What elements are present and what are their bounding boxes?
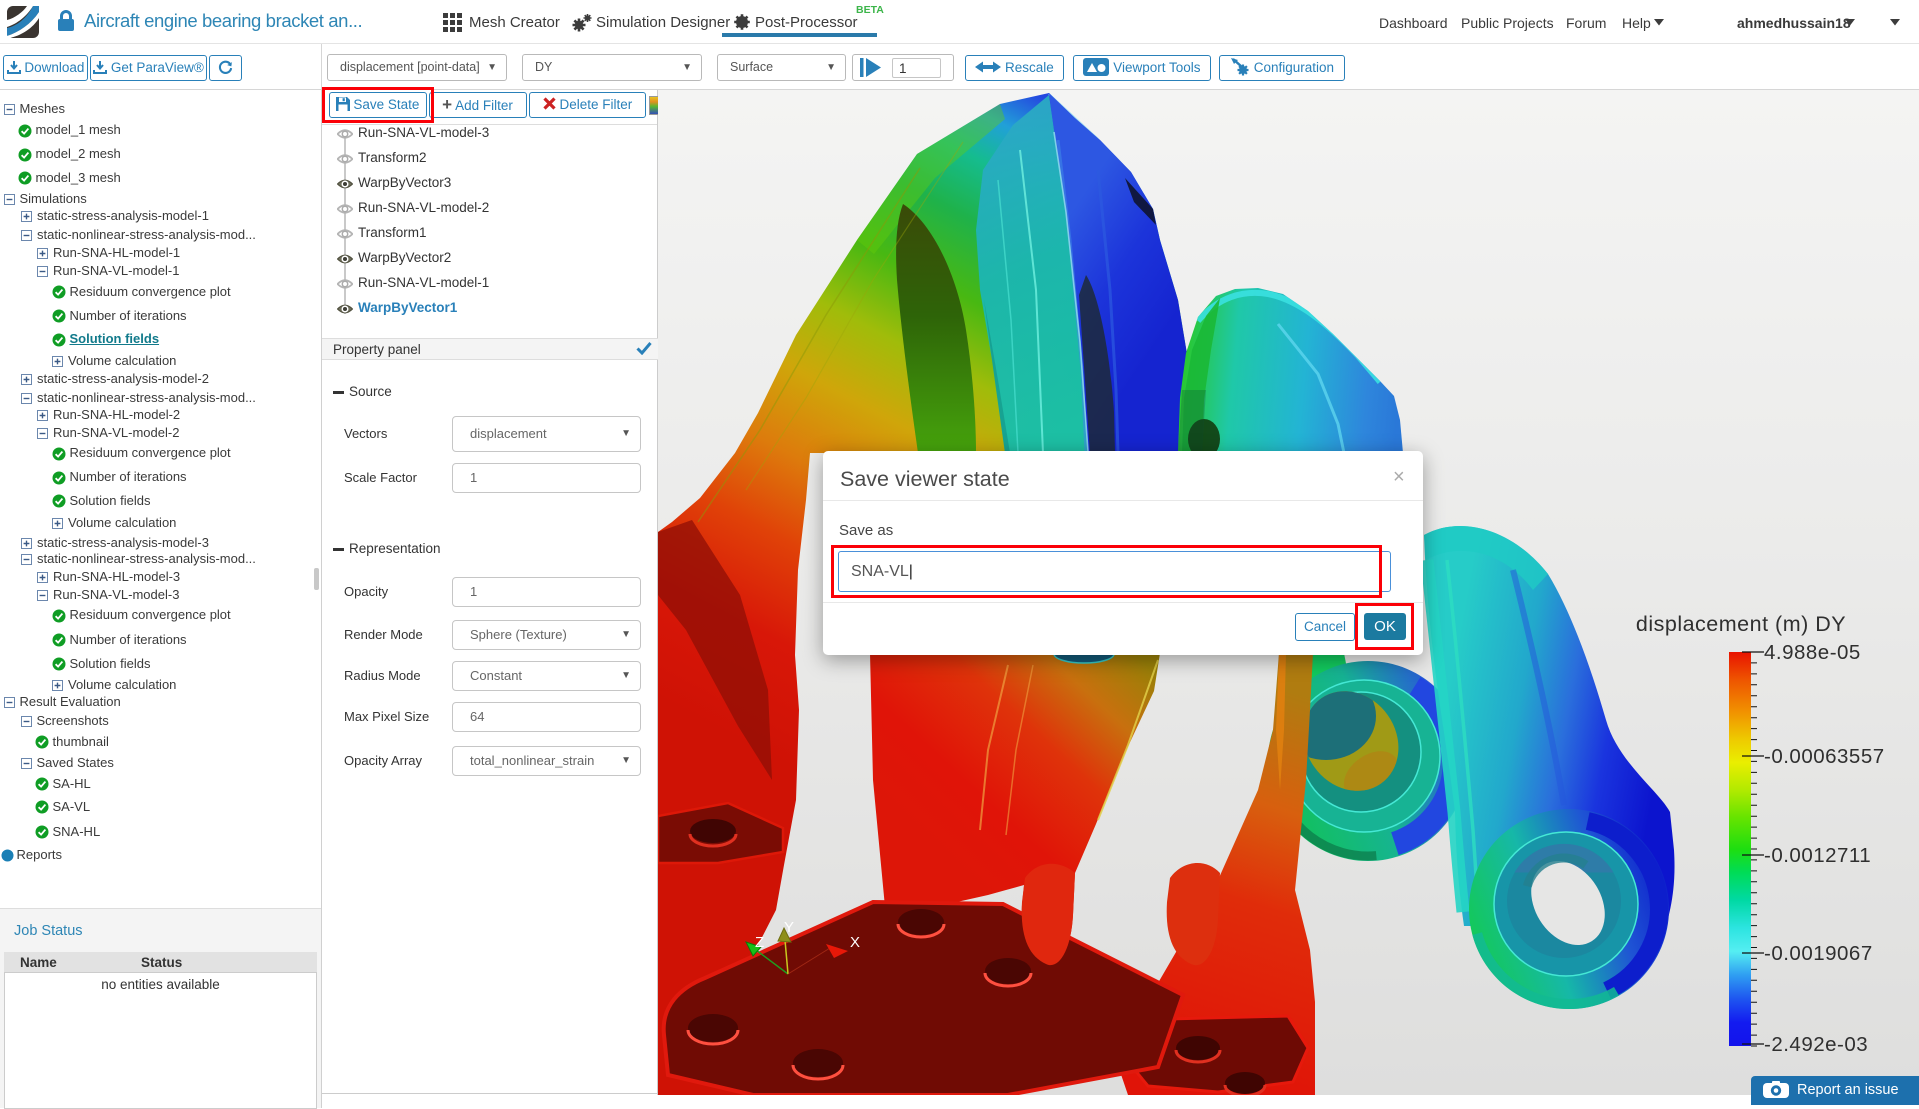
svg-text:-0.00063557: -0.00063557 xyxy=(1764,745,1885,768)
svg-text:-0.0019067: -0.0019067 xyxy=(1764,942,1873,965)
svg-text:displacement (m) DY: displacement (m) DY xyxy=(1636,612,1846,636)
svg-text:4.988e-05: 4.988e-05 xyxy=(1764,641,1861,664)
svg-text:-2.492e-03: -2.492e-03 xyxy=(1764,1033,1868,1056)
svg-text:X: X xyxy=(850,934,860,951)
svg-text:-0.0012711: -0.0012711 xyxy=(1764,844,1871,867)
svg-text:Y: Y xyxy=(784,919,794,936)
svg-text:Z: Z xyxy=(755,934,764,951)
